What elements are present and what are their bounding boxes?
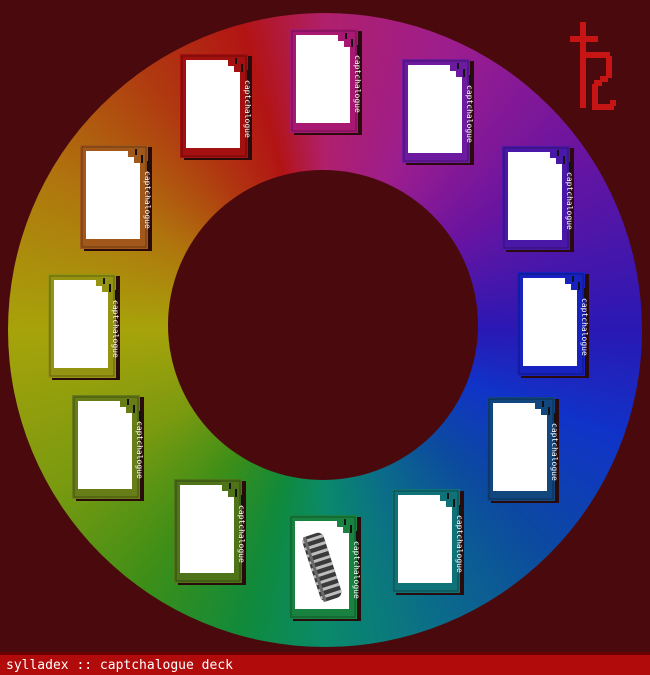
card-magenta[interactable]: captchalogue bbox=[288, 27, 364, 139]
card-label: captchalogue bbox=[243, 80, 252, 138]
card-label: captchalogue bbox=[237, 505, 246, 563]
card-label: captchalogue bbox=[135, 421, 144, 479]
card-lime[interactable]: captchalogue bbox=[70, 393, 146, 505]
card-label: captchalogue bbox=[352, 541, 361, 599]
card-olive[interactable]: captchalogue bbox=[172, 477, 248, 589]
card-green[interactable]: captchalogue bbox=[287, 513, 363, 625]
sylladex-stage: captchalogue captchalogue captchalogue capt… bbox=[0, 0, 650, 652]
card-orange[interactable]: captchalogue bbox=[78, 143, 154, 255]
card-yellow[interactable]: captchalogue bbox=[46, 272, 122, 384]
card-steel[interactable]: captchalogue bbox=[485, 395, 561, 507]
card-label: captchalogue bbox=[111, 300, 120, 358]
card-label: captchalogue bbox=[580, 298, 589, 356]
card-purple[interactable]: captchalogue bbox=[400, 57, 476, 169]
footer-bar: sylladex :: captchalogue deck bbox=[0, 652, 650, 675]
wrapped-object-icon bbox=[301, 532, 342, 603]
saturn-symbol-icon bbox=[570, 22, 616, 110]
card-label: captchalogue bbox=[143, 171, 152, 229]
card-teal[interactable]: captchalogue bbox=[390, 487, 466, 599]
card-label: captchalogue bbox=[455, 515, 464, 573]
card-label: captchalogue bbox=[353, 55, 362, 113]
footer-text: sylladex :: captchalogue deck bbox=[6, 658, 233, 673]
card-violet[interactable]: captchalogue bbox=[500, 144, 576, 256]
card-blue[interactable]: captchalogue bbox=[515, 270, 591, 382]
card-red[interactable]: captchalogue bbox=[178, 52, 254, 164]
card-label: captchalogue bbox=[465, 85, 474, 143]
wheel-center bbox=[168, 170, 478, 480]
card-label: captchalogue bbox=[550, 423, 559, 481]
card-label: captchalogue bbox=[565, 172, 574, 230]
